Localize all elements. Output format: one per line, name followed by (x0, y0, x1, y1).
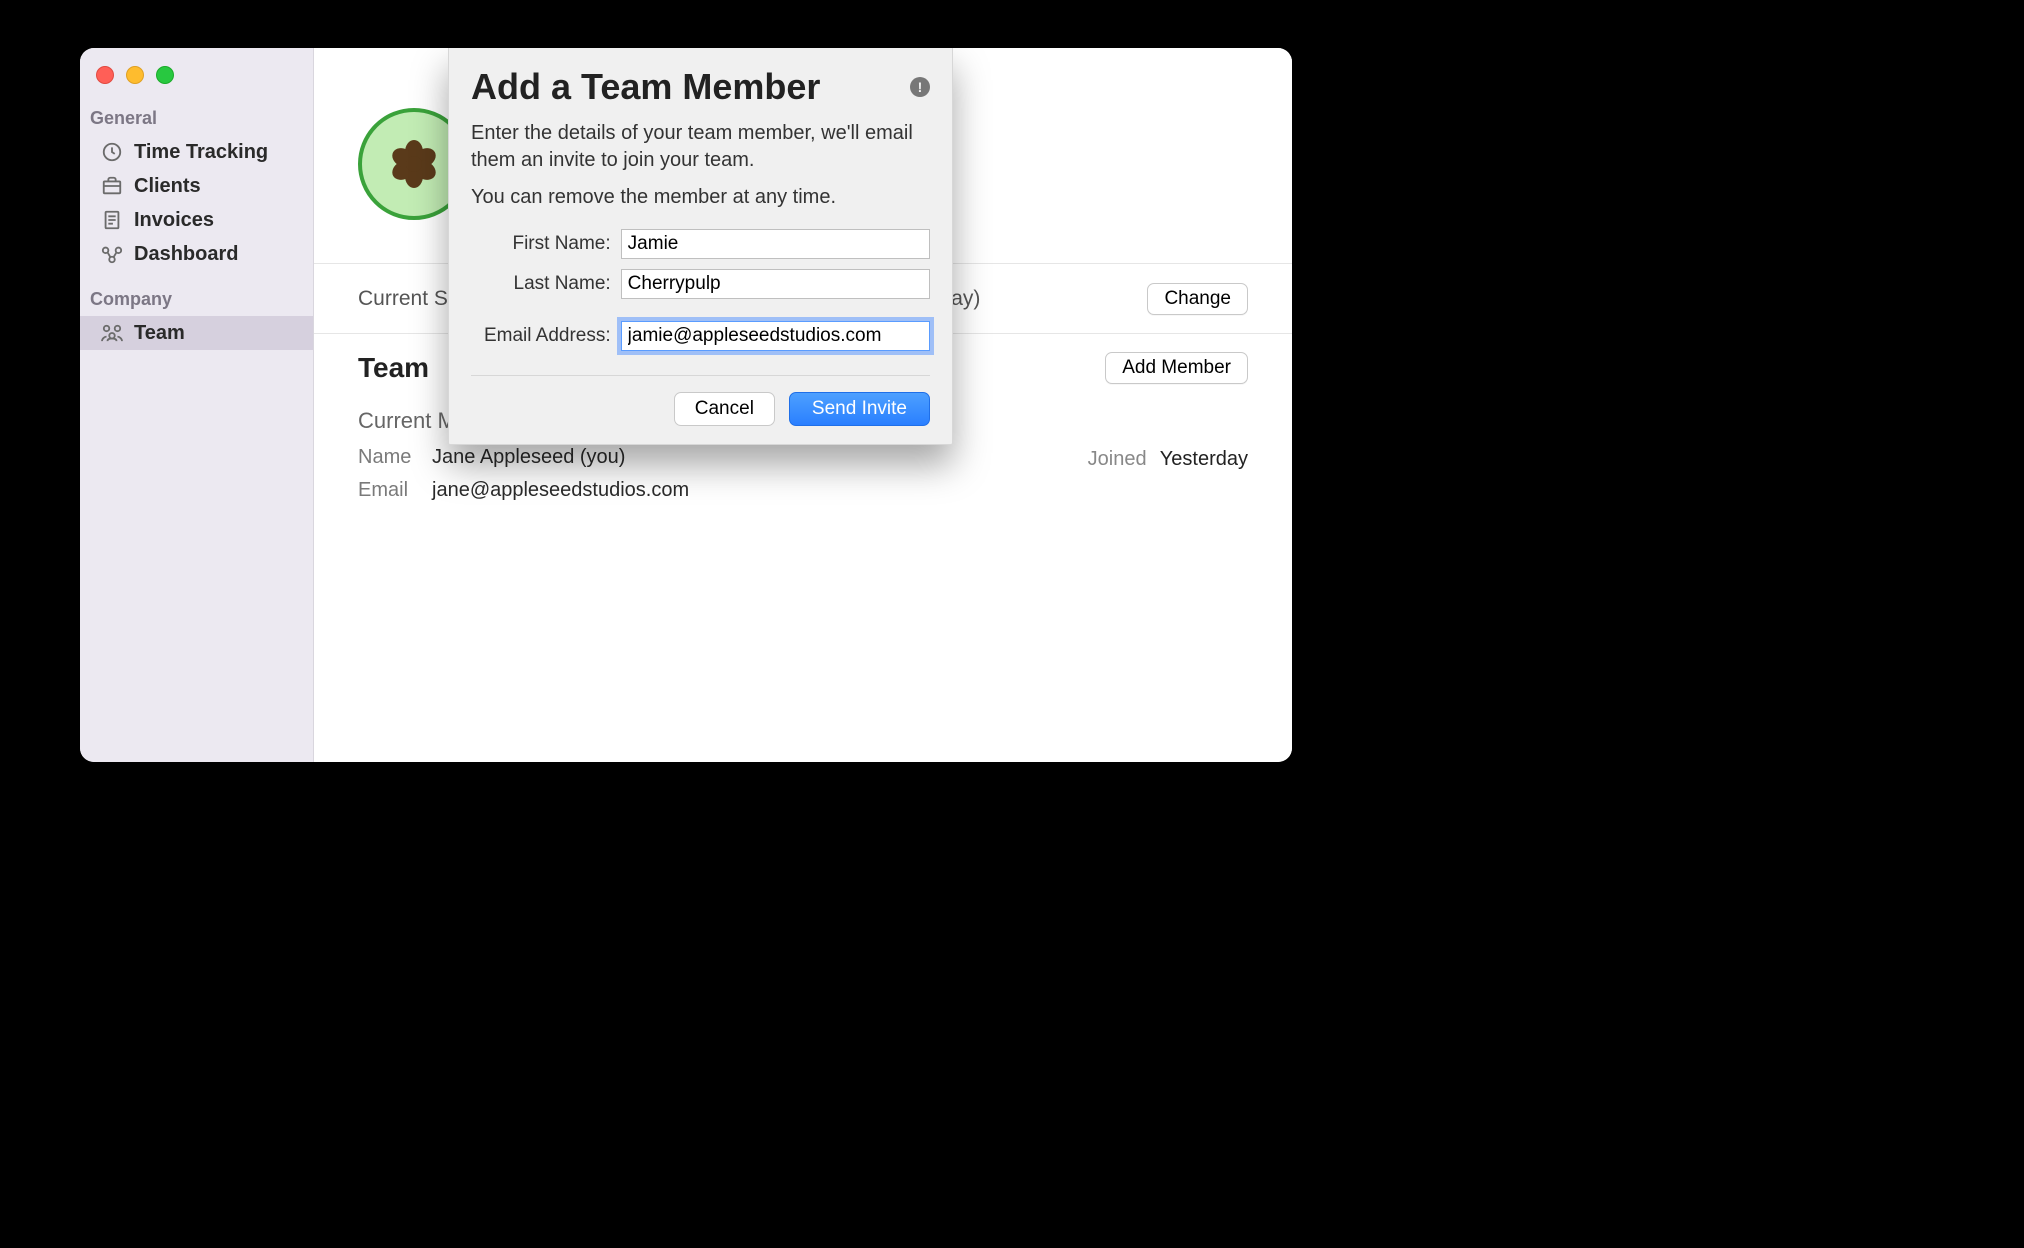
sidebar-section-company: Company (80, 283, 313, 316)
app-window: General Time Tracking Clients Invoices D… (80, 48, 1292, 762)
member-name-value: Jane Appleseed (you) (432, 446, 625, 469)
cancel-button[interactable]: Cancel (674, 392, 775, 426)
member-joined-row: Joined Yesterday (1088, 448, 1248, 471)
flower-icon (386, 136, 442, 192)
member-email-value: jane@appleseedstudios.com (432, 479, 689, 502)
briefcase-icon (100, 174, 124, 198)
team-icon (100, 321, 124, 345)
change-subscription-button[interactable]: Change (1147, 283, 1248, 315)
sidebar-item-label: Dashboard (134, 243, 238, 266)
member-joined-label: Joined (1088, 448, 1147, 470)
sidebar-item-label: Team (134, 322, 185, 345)
window-zoom-button[interactable] (156, 66, 174, 84)
sidebar-item-label: Clients (134, 175, 201, 198)
sheet-description-1: Enter the details of your team member, w… (471, 120, 930, 174)
sidebar-item-label: Time Tracking (134, 141, 268, 164)
sidebar-item-clients[interactable]: Clients (80, 169, 313, 203)
member-email-row: Email jane@appleseedstudios.com (358, 479, 1248, 502)
member-name-label: Name (358, 446, 414, 469)
subscription-text-right: ay) (951, 287, 980, 310)
email-label: Email Address: (471, 325, 621, 347)
sidebar-section-general: General (80, 102, 313, 135)
clock-icon (100, 140, 124, 164)
window-close-button[interactable] (96, 66, 114, 84)
send-invite-button[interactable]: Send Invite (789, 392, 930, 426)
email-input[interactable] (621, 321, 930, 351)
member-joined-value: Yesterday (1160, 448, 1248, 470)
last-name-input[interactable] (621, 269, 930, 299)
window-traffic-lights (80, 58, 313, 84)
sheet-form: First Name: Last Name: Email Address: (471, 229, 930, 376)
window-minimize-button[interactable] (126, 66, 144, 84)
team-heading: Team (358, 352, 429, 384)
sheet-title: Add a Team Member (471, 66, 820, 108)
last-name-label: Last Name: (471, 273, 621, 295)
member-email-label: Email (358, 479, 414, 502)
first-name-input[interactable] (621, 229, 930, 259)
invoice-icon (100, 208, 124, 232)
sidebar-item-invoices[interactable]: Invoices (80, 203, 313, 237)
sidebar-item-label: Invoices (134, 209, 214, 232)
sheet-button-row: Cancel Send Invite (471, 392, 930, 426)
sidebar: General Time Tracking Clients Invoices D… (80, 48, 314, 762)
first-name-label: First Name: (471, 233, 621, 255)
sidebar-item-team[interactable]: Team (80, 316, 313, 350)
subscription-text-left: Current Su (358, 287, 460, 310)
dashboard-icon (100, 242, 124, 266)
sidebar-item-time-tracking[interactable]: Time Tracking (80, 135, 313, 169)
info-icon[interactable]: ! (910, 77, 930, 97)
add-member-button[interactable]: Add Member (1105, 352, 1248, 384)
sidebar-item-dashboard[interactable]: Dashboard (80, 237, 313, 271)
add-team-member-sheet: Add a Team Member ! Enter the details of… (448, 48, 953, 445)
sheet-description-2: You can remove the member at any time. (471, 184, 930, 211)
